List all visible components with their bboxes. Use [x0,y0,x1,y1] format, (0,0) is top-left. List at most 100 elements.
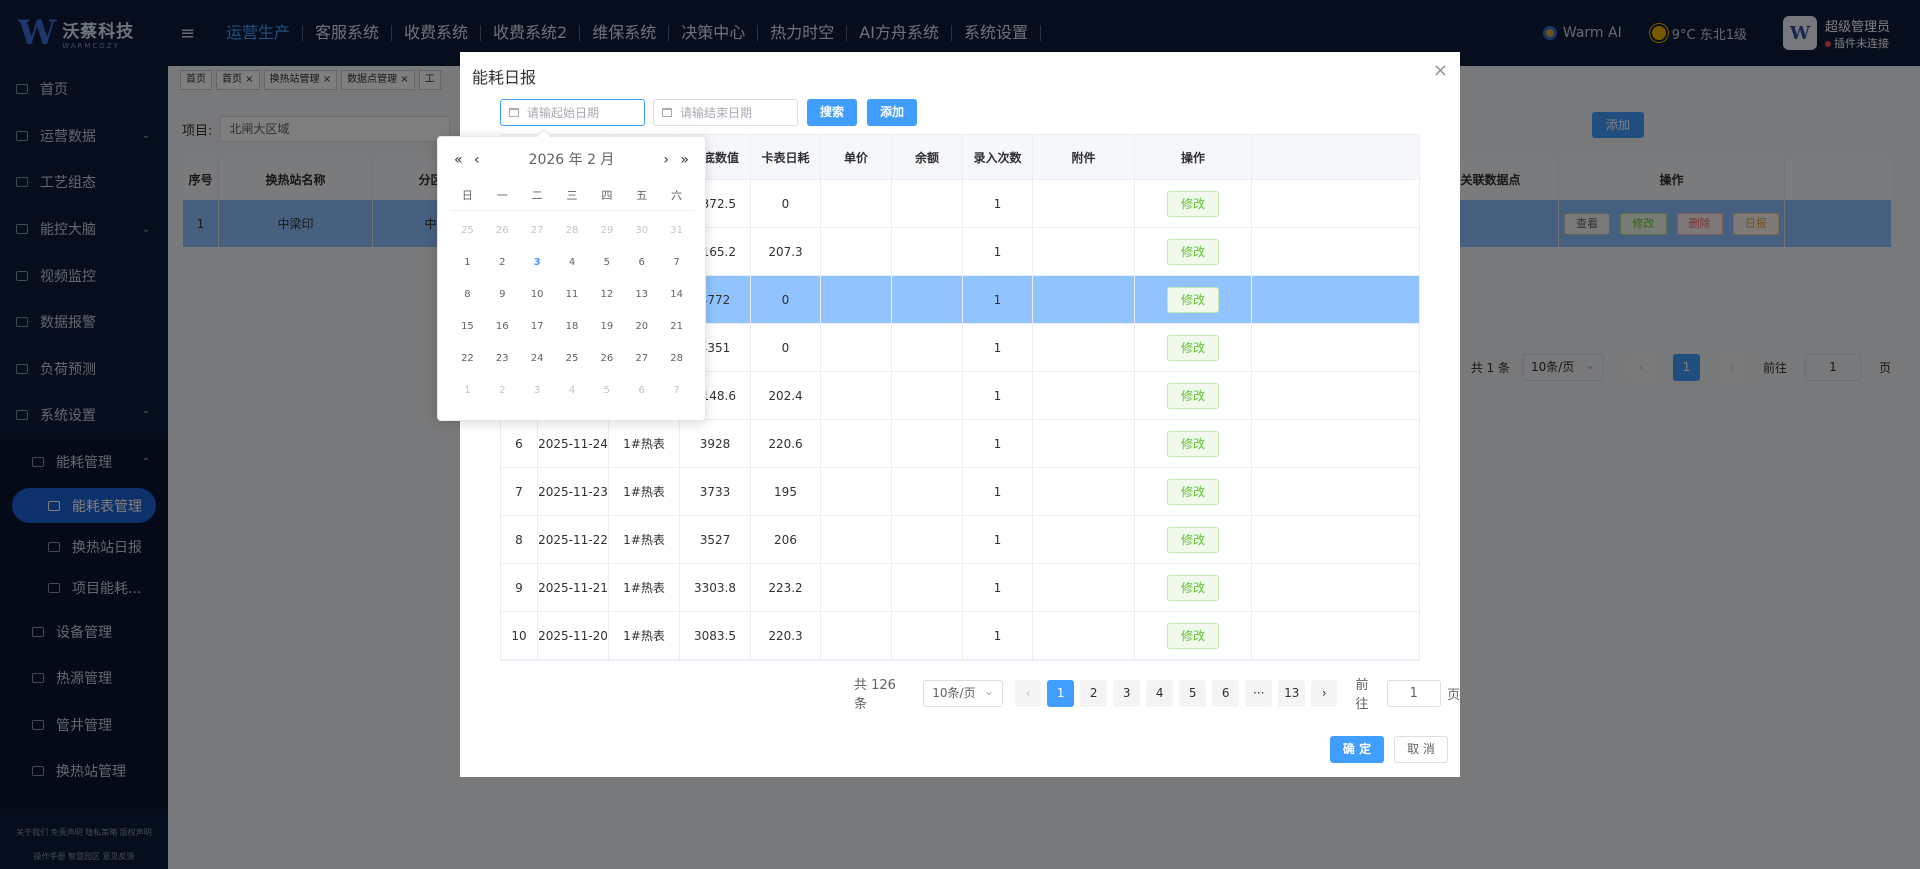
page-button[interactable]: ··· [1245,679,1273,707]
table-cell: 修改 [1135,564,1252,611]
page-size-select[interactable]: 10条/页 [923,679,1004,707]
end-date-input[interactable]: 请输结束日期 [653,99,798,126]
table-row[interactable]: 8 2025-11-22 1#热表 3527 206 1 修改 [501,516,1419,564]
edit-button[interactable]: 修改 [1167,238,1219,265]
add-button[interactable]: 添加 [867,99,917,126]
page-button[interactable]: 2 [1080,679,1108,707]
prev-month-icon[interactable]: ‹ [474,149,480,171]
date-cell[interactable]: 3 [520,247,555,279]
table-cell: 0 [751,324,821,371]
date-cell[interactable]: 13 [624,279,659,311]
prev-page-button[interactable]: ‹ [1015,679,1042,707]
table-cell [821,516,892,563]
edit-button[interactable]: 修改 [1167,526,1219,553]
date-cell[interactable]: 7 [659,375,694,407]
close-icon[interactable]: × [1433,60,1448,81]
date-cell[interactable]: 26 [589,343,624,375]
edit-button[interactable]: 修改 [1167,430,1219,457]
date-cell[interactable]: 17 [520,311,555,343]
next-month-icon[interactable]: › [663,149,669,171]
date-cell[interactable]: 10 [520,279,555,311]
date-cell[interactable]: 28 [555,215,590,247]
edit-button[interactable]: 修改 [1167,286,1219,313]
date-cell[interactable]: 12 [589,279,624,311]
prev-year-icon[interactable]: « [454,149,463,171]
goto-input[interactable]: 1 [1386,679,1441,707]
edit-button[interactable]: 修改 [1167,478,1219,505]
table-cell [821,420,892,467]
search-button[interactable]: 搜索 [807,99,857,126]
page-button[interactable]: 6 [1212,679,1240,707]
date-cell[interactable]: 19 [589,311,624,343]
table-row[interactable]: 6 2025-11-24 1#热表 3928 220.6 1 修改 [501,420,1419,468]
date-cell[interactable]: 5 [589,375,624,407]
date-cell[interactable]: 20 [624,311,659,343]
column-header: 录入次数 [963,135,1033,179]
page-button[interactable]: 5 [1179,679,1207,707]
table-cell [892,372,963,419]
table-cell: 2025-11-23 [538,468,609,515]
table-cell: 1#热表 [609,516,680,563]
column-header: 操作 [1135,135,1252,179]
page-button[interactable]: 1 [1047,679,1075,707]
date-cell[interactable]: 31 [659,215,694,247]
date-cell[interactable]: 1 [450,375,485,407]
page-button[interactable]: 3 [1113,679,1141,707]
date-cell[interactable]: 6 [624,375,659,407]
date-cell[interactable]: 4 [555,247,590,279]
table-cell: 2025-11-22 [538,516,609,563]
date-cell[interactable]: 1 [450,247,485,279]
date-cell[interactable]: 27 [624,343,659,375]
date-cell[interactable]: 4 [555,375,590,407]
date-cell[interactable]: 2 [485,375,520,407]
edit-button[interactable]: 修改 [1167,574,1219,601]
date-cell[interactable]: 26 [485,215,520,247]
confirm-button[interactable]: 确 定 [1330,736,1384,763]
end-date-placeholder: 请输结束日期 [680,106,753,120]
date-cell[interactable]: 25 [450,215,485,247]
date-row: 8 9 10 11 12 13 14 [450,279,694,311]
date-cell[interactable]: 3 [520,375,555,407]
date-cell[interactable]: 7 [659,247,694,279]
date-cell[interactable]: 16 [485,311,520,343]
cancel-button[interactable]: 取 消 [1394,736,1448,763]
next-year-icon[interactable]: » [680,149,689,171]
start-date-input[interactable]: 请输起始日期 [500,99,645,126]
date-cell[interactable]: 30 [624,215,659,247]
date-cell[interactable]: 24 [520,343,555,375]
next-page-button[interactable]: › [1311,679,1338,707]
table-cell: 202.4 [751,372,821,419]
table-row[interactable]: 10 2025-11-20 1#热表 3083.5 220.3 1 修改 [501,612,1419,660]
table-cell [1033,180,1135,227]
date-cell[interactable]: 28 [659,343,694,375]
date-cell[interactable]: 27 [520,215,555,247]
date-cell[interactable]: 2 [485,247,520,279]
table-cell: 1 [963,372,1033,419]
edit-button[interactable]: 修改 [1167,334,1219,361]
date-cell[interactable]: 14 [659,279,694,311]
edit-button[interactable]: 修改 [1167,622,1219,649]
date-cell[interactable]: 21 [659,311,694,343]
table-row[interactable]: 7 2025-11-23 1#热表 3733 195 1 修改 [501,468,1419,516]
date-cell[interactable]: 15 [450,311,485,343]
date-cell[interactable]: 23 [485,343,520,375]
start-date-placeholder: 请输起始日期 [527,106,600,120]
table-cell [821,228,892,275]
date-cell[interactable]: 22 [450,343,485,375]
date-cell[interactable]: 9 [485,279,520,311]
date-cell[interactable]: 8 [450,279,485,311]
date-cell[interactable]: 5 [589,247,624,279]
date-cell[interactable]: 11 [555,279,590,311]
edit-button[interactable]: 修改 [1167,382,1219,409]
table-row[interactable]: 9 2025-11-21 1#热表 3303.8 223.2 1 修改 [501,564,1419,612]
date-cell[interactable]: 6 [624,247,659,279]
date-cell[interactable]: 29 [589,215,624,247]
table-cell: 1 [963,612,1033,659]
edit-button[interactable]: 修改 [1167,190,1219,217]
date-cell[interactable]: 25 [555,343,590,375]
date-cell[interactable]: 18 [555,311,590,343]
page-button[interactable]: 4 [1146,679,1174,707]
table-cell: 1 [963,420,1033,467]
table-cell [821,612,892,659]
page-button[interactable]: 13 [1278,679,1306,707]
